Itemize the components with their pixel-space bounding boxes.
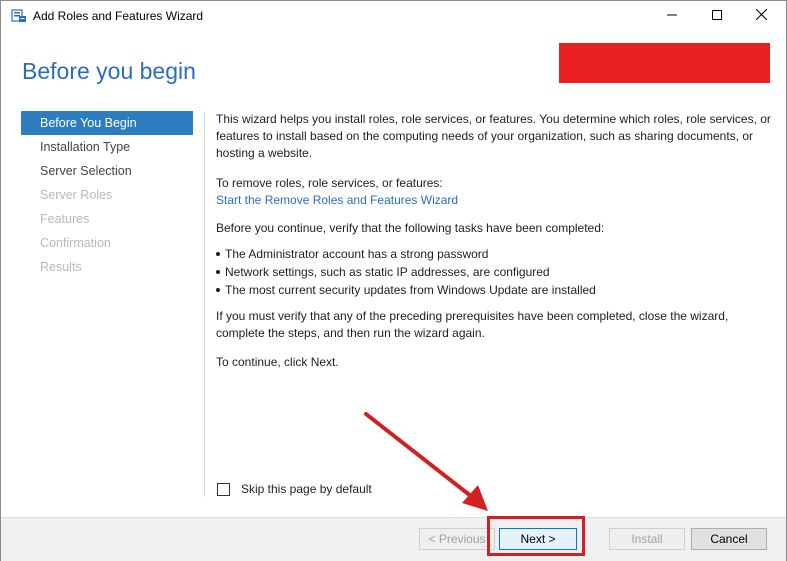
nav-step-results: Results — [40, 260, 82, 274]
server-manager-icon — [11, 8, 27, 24]
wizard-header: Before you begin — [1, 31, 786, 106]
minimize-icon — [666, 7, 677, 25]
maximize-button[interactable] — [694, 1, 739, 31]
nav-step-confirmation: Confirmation — [40, 236, 111, 250]
close-button[interactable] — [739, 1, 784, 31]
window-title: Add Roles and Features Wizard — [33, 9, 204, 23]
skip-page-label[interactable]: Skip this page by default — [241, 482, 372, 496]
list-item: Network settings, such as static IP addr… — [216, 263, 596, 281]
remove-label: To remove roles, role services, or featu… — [216, 176, 443, 190]
nav-step-installation-type[interactable]: Installation Type — [21, 135, 196, 159]
install-button[interactable]: Install — [609, 528, 685, 550]
list-item: The Administrator account has a strong p… — [216, 245, 596, 263]
minimize-button[interactable] — [649, 1, 694, 31]
cancel-button[interactable]: Cancel — [691, 528, 767, 550]
wizard-steps-nav: Before You Begin Installation Type Serve… — [21, 111, 196, 279]
remove-section: To remove roles, role services, or featu… — [216, 175, 458, 209]
maximize-icon — [711, 7, 722, 25]
to-continue-text: To continue, click Next. — [216, 355, 339, 369]
prerequisites-list: The Administrator account has a strong p… — [216, 245, 596, 299]
skip-page-option[interactable]: Skip this page by default — [217, 482, 372, 496]
verify-text: Before you continue, verify that the fol… — [216, 221, 605, 235]
wizard-footer: < Previous Next > Install Cancel — [1, 517, 786, 561]
intro-text: This wizard helps you install roles, rol… — [216, 112, 771, 160]
annotation-highlight-box — [487, 516, 585, 556]
nav-step-before-you-begin[interactable]: Before You Begin — [21, 111, 193, 135]
nav-step-server-selection[interactable]: Server Selection — [21, 159, 196, 183]
list-item: The most current security updates from W… — [216, 281, 596, 299]
close-icon — [755, 7, 768, 25]
title-bar[interactable]: Add Roles and Features Wizard — [1, 1, 786, 31]
remove-wizard-link[interactable]: Start the Remove Roles and Features Wiza… — [216, 192, 458, 209]
nav-step-server-roles: Server Roles — [40, 188, 113, 202]
page-title: Before you begin — [22, 58, 196, 84]
nav-step-features: Features — [40, 212, 90, 226]
nav-divider — [204, 111, 205, 497]
skip-page-checkbox[interactable] — [217, 482, 230, 496]
must-verify-text: If you must verify that any of the prece… — [216, 309, 729, 340]
previous-button[interactable]: < Previous — [419, 528, 495, 550]
redacted-region — [559, 43, 770, 83]
wizard-window: Add Roles and Features Wizard Before you… — [0, 0, 787, 561]
